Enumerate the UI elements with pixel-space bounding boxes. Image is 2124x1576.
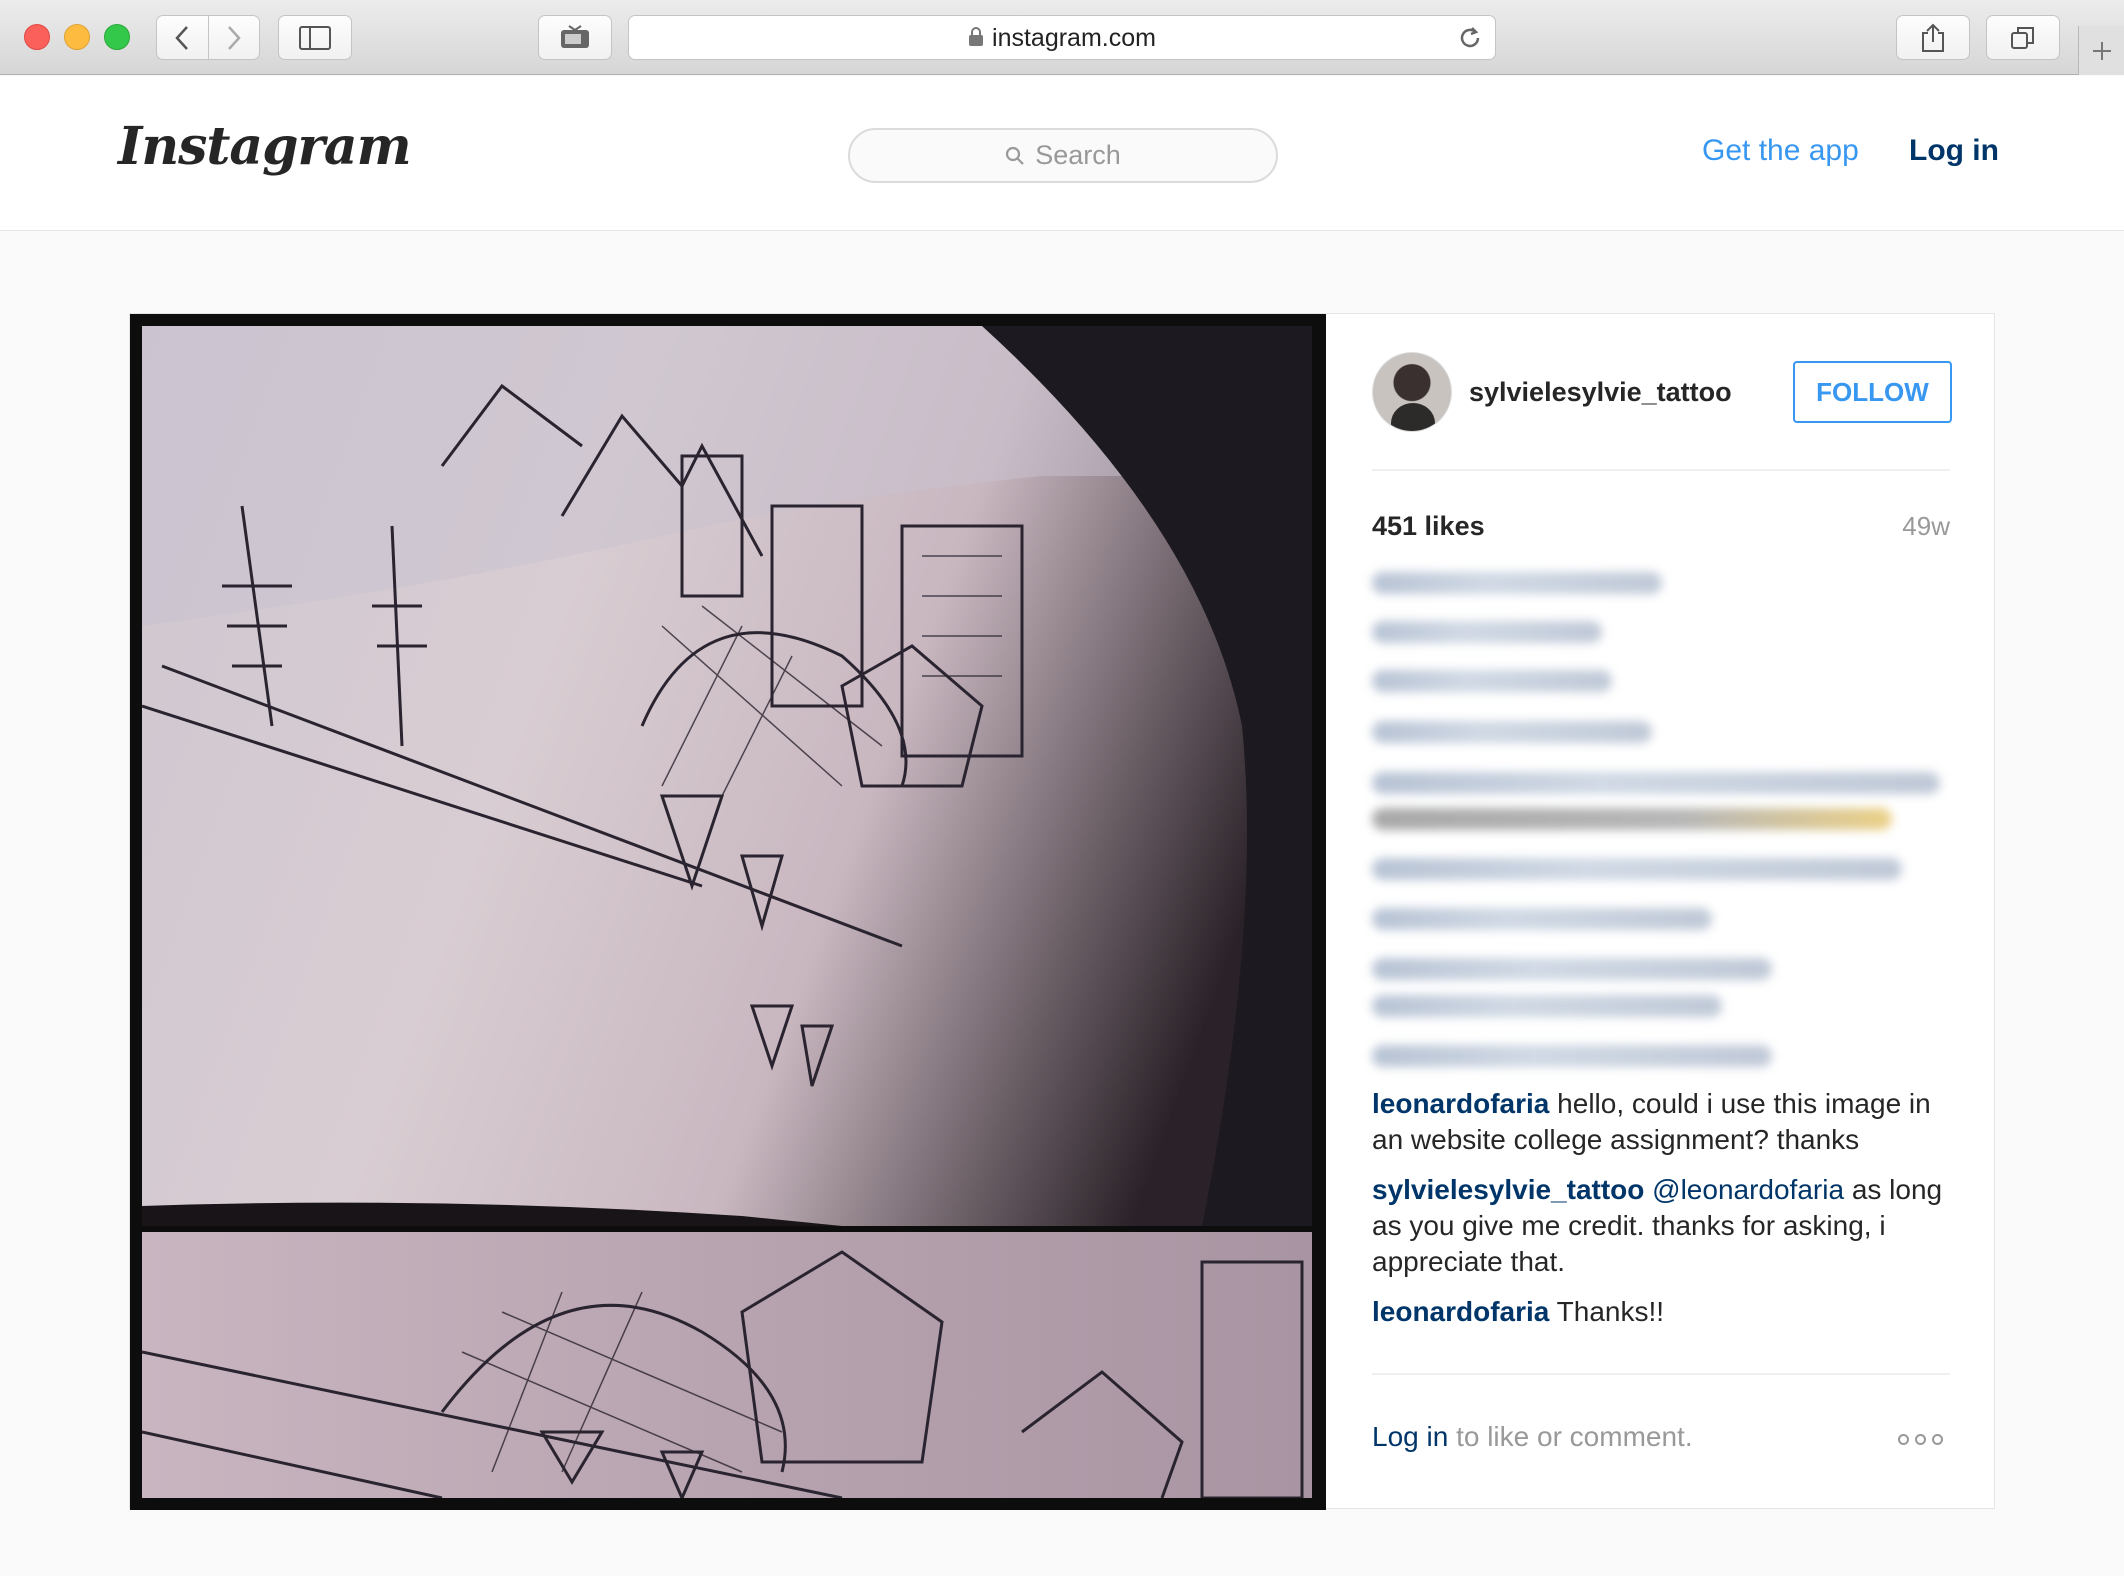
comment-text: Thanks!!	[1556, 1296, 1665, 1327]
comment: sylvielesylvie_tattoo @leonardofaria as …	[1372, 1172, 1950, 1280]
url-text: instagram.com	[992, 24, 1156, 52]
back-button[interactable]	[157, 16, 208, 59]
share-icon	[1922, 23, 1944, 52]
close-window-button[interactable]	[24, 24, 50, 50]
instagram-header: Instagram Search Get the app Log in	[0, 76, 2124, 231]
share-button[interactable]	[1896, 15, 1970, 60]
instagram-logo[interactable]: Instagram	[118, 116, 412, 177]
get-the-app-link[interactable]: Get the app	[1702, 134, 1859, 168]
new-tab-button[interactable]	[2078, 26, 2124, 75]
blurred-comment	[1372, 1045, 1772, 1067]
post-card: sylvielesylvie_tattoo FOLLOW 451 likes 4…	[129, 313, 1996, 1510]
comment-username[interactable]: sylvielesylvie_tattoo	[1372, 1174, 1644, 1205]
blurred-comment	[1372, 808, 1892, 830]
blurred-comment	[1372, 670, 1612, 692]
tattoo-illustration	[142, 326, 1312, 1226]
minimize-window-button[interactable]	[64, 24, 90, 50]
tabs-icon	[2011, 26, 2034, 49]
post-image[interactable]	[130, 314, 1326, 1510]
reload-icon[interactable]	[1457, 25, 1483, 51]
blurred-comment	[1372, 572, 1662, 594]
sidebar-icon	[299, 25, 331, 50]
forward-icon	[228, 25, 241, 50]
zoom-window-button[interactable]	[104, 24, 130, 50]
media-button[interactable]	[538, 15, 612, 60]
post-age[interactable]: 49w	[1890, 511, 1950, 542]
comment-username[interactable]: leonardofaria	[1372, 1296, 1549, 1327]
search-icon	[1006, 146, 1024, 165]
blurred-comment	[1372, 621, 1602, 643]
tabs-overview-button[interactable]	[1986, 15, 2060, 60]
comment-username[interactable]: leonardofaria	[1372, 1088, 1549, 1119]
login-prompt: Log in to like or comment.	[1372, 1421, 1693, 1453]
comment-mention[interactable]: @leonardofaria	[1652, 1174, 1844, 1205]
sidebar-toggle-button[interactable]	[278, 15, 352, 60]
forward-button[interactable]	[207, 16, 259, 59]
search-input[interactable]: Search	[848, 128, 1278, 183]
post-author-row: sylvielesylvie_tattoo FOLLOW	[1372, 352, 1952, 434]
author-username[interactable]: sylvielesylvie_tattoo	[1469, 377, 1732, 408]
search-placeholder: Search	[1035, 140, 1121, 170]
browser-toolbar: instagram.com	[0, 0, 2124, 75]
blurred-comment	[1372, 858, 1902, 880]
tattoo-photo-main	[142, 326, 1312, 1226]
plus-icon	[2092, 41, 2111, 60]
back-icon	[175, 25, 189, 50]
post-sidebar: sylvielesylvie_tattoo FOLLOW 451 likes 4…	[1326, 314, 1996, 1510]
divider	[1372, 469, 1950, 471]
avatar[interactable]	[1372, 352, 1452, 432]
lock-icon	[969, 27, 984, 47]
blurred-comment	[1372, 772, 1940, 794]
blurred-comment	[1372, 958, 1772, 980]
log-in-link[interactable]: Log in	[1909, 134, 1999, 168]
media-icon	[561, 24, 589, 48]
tattoo-photo-detail	[142, 1232, 1312, 1498]
history-nav	[156, 15, 260, 60]
address-bar[interactable]: instagram.com	[628, 15, 1496, 60]
likes-count[interactable]: 451 likes	[1372, 511, 1485, 542]
login-to-like-link[interactable]: Log in	[1372, 1421, 1448, 1452]
more-options-icon[interactable]	[1898, 1434, 1943, 1445]
follow-button[interactable]: FOLLOW	[1793, 361, 1952, 423]
blurred-comment	[1372, 908, 1712, 930]
comment: leonardofaria Thanks!!	[1372, 1294, 1950, 1330]
login-prompt-text: to like or comment.	[1456, 1421, 1693, 1452]
blurred-comment	[1372, 995, 1722, 1017]
divider	[1372, 1373, 1950, 1375]
comment: leonardofaria hello, could i use this im…	[1372, 1086, 1950, 1158]
blurred-comment	[1372, 721, 1652, 743]
